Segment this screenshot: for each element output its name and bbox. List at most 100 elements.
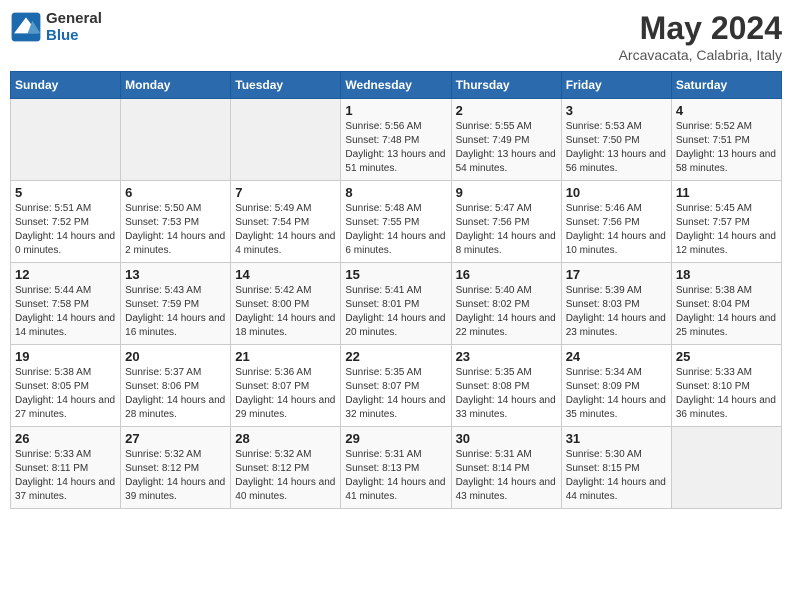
day-number: 18 <box>676 267 777 282</box>
calendar-cell <box>121 99 231 181</box>
calendar-cell <box>11 99 121 181</box>
calendar-cell: 9Sunrise: 5:47 AMSunset: 7:56 PMDaylight… <box>451 181 561 263</box>
calendar-cell: 4 Sunrise: 5:52 AMSunset: 7:51 PMDaylight… <box>671 99 781 181</box>
calendar-cell: 15 Sunrise: 5:41 AMSunset: 8:01 PMDayligh… <box>341 263 451 345</box>
day-number: 27 <box>125 431 226 446</box>
calendar-cell: 2Sunrise: 5:55 AMSunset: 7:49 PMDaylight… <box>451 99 561 181</box>
day-number: 24 <box>566 349 667 364</box>
day-number: 30 <box>456 431 557 446</box>
day-number: 6 <box>125 185 226 200</box>
header-wednesday: Wednesday <box>341 72 451 99</box>
day-number: 8 <box>345 185 446 200</box>
calendar-cell: 30Sunrise: 5:31 AMSunset: 8:14 PMDayligh… <box>451 427 561 509</box>
calendar-cell: 18 Sunrise: 5:38 AMSunset: 8:04 PMDayligh… <box>671 263 781 345</box>
day-info: Sunrise: 5:49 AMSunset: 7:54 PMDaylight:… <box>235 202 336 258</box>
day-number: 4 <box>676 103 777 118</box>
day-number: 5 <box>15 185 116 200</box>
calendar-cell: 29 Sunrise: 5:31 AMSunset: 8:13 PMDayligh… <box>341 427 451 509</box>
calendar-cell: 22Sunrise: 5:35 AMSunset: 8:07 PMDayligh… <box>341 345 451 427</box>
logo-text: General Blue <box>46 10 102 44</box>
day-info: Sunrise: 5:50 AMSunset: 7:53 PMDaylight:… <box>125 202 226 258</box>
page-header: General Blue May 2024 Arcavacata, Calabr… <box>10 10 782 63</box>
day-number: 31 <box>566 431 667 446</box>
calendar-table: SundayMondayTuesdayWednesdayThursdayFrid… <box>10 71 782 509</box>
day-number: 26 <box>15 431 116 446</box>
calendar-cell: 14 Sunrise: 5:42 AMSunset: 8:00 PMDayligh… <box>231 263 341 345</box>
day-number: 1 <box>345 103 446 118</box>
day-info: Sunrise: 5:37 AMSunset: 8:06 PMDaylight:… <box>125 366 226 422</box>
day-info: Sunrise: 5:30 AMSunset: 8:15 PMDaylight:… <box>566 448 667 504</box>
header-saturday: Saturday <box>671 72 781 99</box>
day-info: Sunrise: 5:44 AMSunset: 7:58 PMDaylight:… <box>15 284 116 340</box>
calendar-cell: 23Sunrise: 5:35 AMSunset: 8:08 PMDayligh… <box>451 345 561 427</box>
calendar-week-5: 26 Sunrise: 5:33 AMSunset: 8:11 PMDayligh… <box>11 427 782 509</box>
calendar-cell: 27 Sunrise: 5:32 AMSunset: 8:12 PMDayligh… <box>121 427 231 509</box>
day-number: 9 <box>456 185 557 200</box>
calendar-cell: 19 Sunrise: 5:38 AMSunset: 8:05 PMDayligh… <box>11 345 121 427</box>
day-info: Sunrise: 5:33 AMSunset: 8:10 PMDaylight:… <box>676 366 777 422</box>
day-info: Sunrise: 5:33 AMSunset: 8:11 PMDaylight:… <box>15 448 116 504</box>
day-info: Sunrise: 5:36 AMSunset: 8:07 PMDaylight:… <box>235 366 336 422</box>
calendar-week-2: 5 Sunrise: 5:51 AMSunset: 7:52 PMDaylight… <box>11 181 782 263</box>
day-info: Sunrise: 5:46 AMSunset: 7:56 PMDaylight:… <box>566 202 667 258</box>
day-number: 25 <box>676 349 777 364</box>
day-info: Sunrise: 5:45 AMSunset: 7:57 PMDaylight:… <box>676 202 777 258</box>
day-number: 10 <box>566 185 667 200</box>
day-number: 11 <box>676 185 777 200</box>
calendar-cell: 6 Sunrise: 5:50 AMSunset: 7:53 PMDaylight… <box>121 181 231 263</box>
day-number: 3 <box>566 103 667 118</box>
calendar-cell: 20 Sunrise: 5:37 AMSunset: 8:06 PMDayligh… <box>121 345 231 427</box>
calendar-cell: 3 Sunrise: 5:53 AMSunset: 7:50 PMDaylight… <box>561 99 671 181</box>
day-info: Sunrise: 5:32 AMSunset: 8:12 PMDaylight:… <box>125 448 226 504</box>
title-block: May 2024 Arcavacata, Calabria, Italy <box>619 10 782 63</box>
calendar-cell: 16 Sunrise: 5:40 AMSunset: 8:02 PMDayligh… <box>451 263 561 345</box>
header-sunday: Sunday <box>11 72 121 99</box>
calendar-cell: 17 Sunrise: 5:39 AMSunset: 8:03 PMDayligh… <box>561 263 671 345</box>
day-info: Sunrise: 5:40 AMSunset: 8:02 PMDaylight:… <box>456 284 557 340</box>
header-tuesday: Tuesday <box>231 72 341 99</box>
header-thursday: Thursday <box>451 72 561 99</box>
day-info: Sunrise: 5:43 AMSunset: 7:59 PMDaylight:… <box>125 284 226 340</box>
day-info: Sunrise: 5:41 AMSunset: 8:01 PMDaylight:… <box>345 284 446 340</box>
day-number: 16 <box>456 267 557 282</box>
day-number: 14 <box>235 267 336 282</box>
day-info: Sunrise: 5:31 AMSunset: 8:13 PMDaylight:… <box>345 448 446 504</box>
calendar-week-4: 19 Sunrise: 5:38 AMSunset: 8:05 PMDayligh… <box>11 345 782 427</box>
day-number: 20 <box>125 349 226 364</box>
calendar-week-3: 12 Sunrise: 5:44 AMSunset: 7:58 PMDayligh… <box>11 263 782 345</box>
calendar-cell <box>231 99 341 181</box>
day-info: Sunrise: 5:48 AMSunset: 7:55 PMDaylight:… <box>345 202 446 258</box>
day-info: Sunrise: 5:38 AMSunset: 8:05 PMDaylight:… <box>15 366 116 422</box>
day-info: Sunrise: 5:42 AMSunset: 8:00 PMDaylight:… <box>235 284 336 340</box>
calendar-cell: 21 Sunrise: 5:36 AMSunset: 8:07 PMDayligh… <box>231 345 341 427</box>
day-number: 2 <box>456 103 557 118</box>
day-info: Sunrise: 5:53 AMSunset: 7:50 PMDaylight:… <box>566 120 667 176</box>
calendar-cell: 10 Sunrise: 5:46 AMSunset: 7:56 PMDayligh… <box>561 181 671 263</box>
calendar-cell: 1Sunrise: 5:56 AMSunset: 7:48 PMDaylight… <box>341 99 451 181</box>
calendar-cell: 28Sunrise: 5:32 AMSunset: 8:12 PMDayligh… <box>231 427 341 509</box>
day-number: 15 <box>345 267 446 282</box>
calendar-week-1: 1Sunrise: 5:56 AMSunset: 7:48 PMDaylight… <box>11 99 782 181</box>
day-number: 22 <box>345 349 446 364</box>
day-number: 23 <box>456 349 557 364</box>
logo: General Blue <box>10 10 102 44</box>
calendar-cell: 31 Sunrise: 5:30 AMSunset: 8:15 PMDayligh… <box>561 427 671 509</box>
day-number: 17 <box>566 267 667 282</box>
day-info: Sunrise: 5:52 AMSunset: 7:51 PMDaylight:… <box>676 120 777 176</box>
day-number: 12 <box>15 267 116 282</box>
header-monday: Monday <box>121 72 231 99</box>
day-number: 29 <box>345 431 446 446</box>
header-friday: Friday <box>561 72 671 99</box>
day-info: Sunrise: 5:34 AMSunset: 8:09 PMDaylight:… <box>566 366 667 422</box>
calendar-header-row: SundayMondayTuesdayWednesdayThursdayFrid… <box>11 72 782 99</box>
day-info: Sunrise: 5:51 AMSunset: 7:52 PMDaylight:… <box>15 202 116 258</box>
calendar-cell <box>671 427 781 509</box>
day-info: Sunrise: 5:38 AMSunset: 8:04 PMDaylight:… <box>676 284 777 340</box>
calendar-cell: 12 Sunrise: 5:44 AMSunset: 7:58 PMDayligh… <box>11 263 121 345</box>
location-subtitle: Arcavacata, Calabria, Italy <box>619 47 782 63</box>
day-number: 28 <box>235 431 336 446</box>
calendar-cell: 7Sunrise: 5:49 AMSunset: 7:54 PMDaylight… <box>231 181 341 263</box>
day-number: 19 <box>15 349 116 364</box>
day-number: 21 <box>235 349 336 364</box>
day-info: Sunrise: 5:39 AMSunset: 8:03 PMDaylight:… <box>566 284 667 340</box>
